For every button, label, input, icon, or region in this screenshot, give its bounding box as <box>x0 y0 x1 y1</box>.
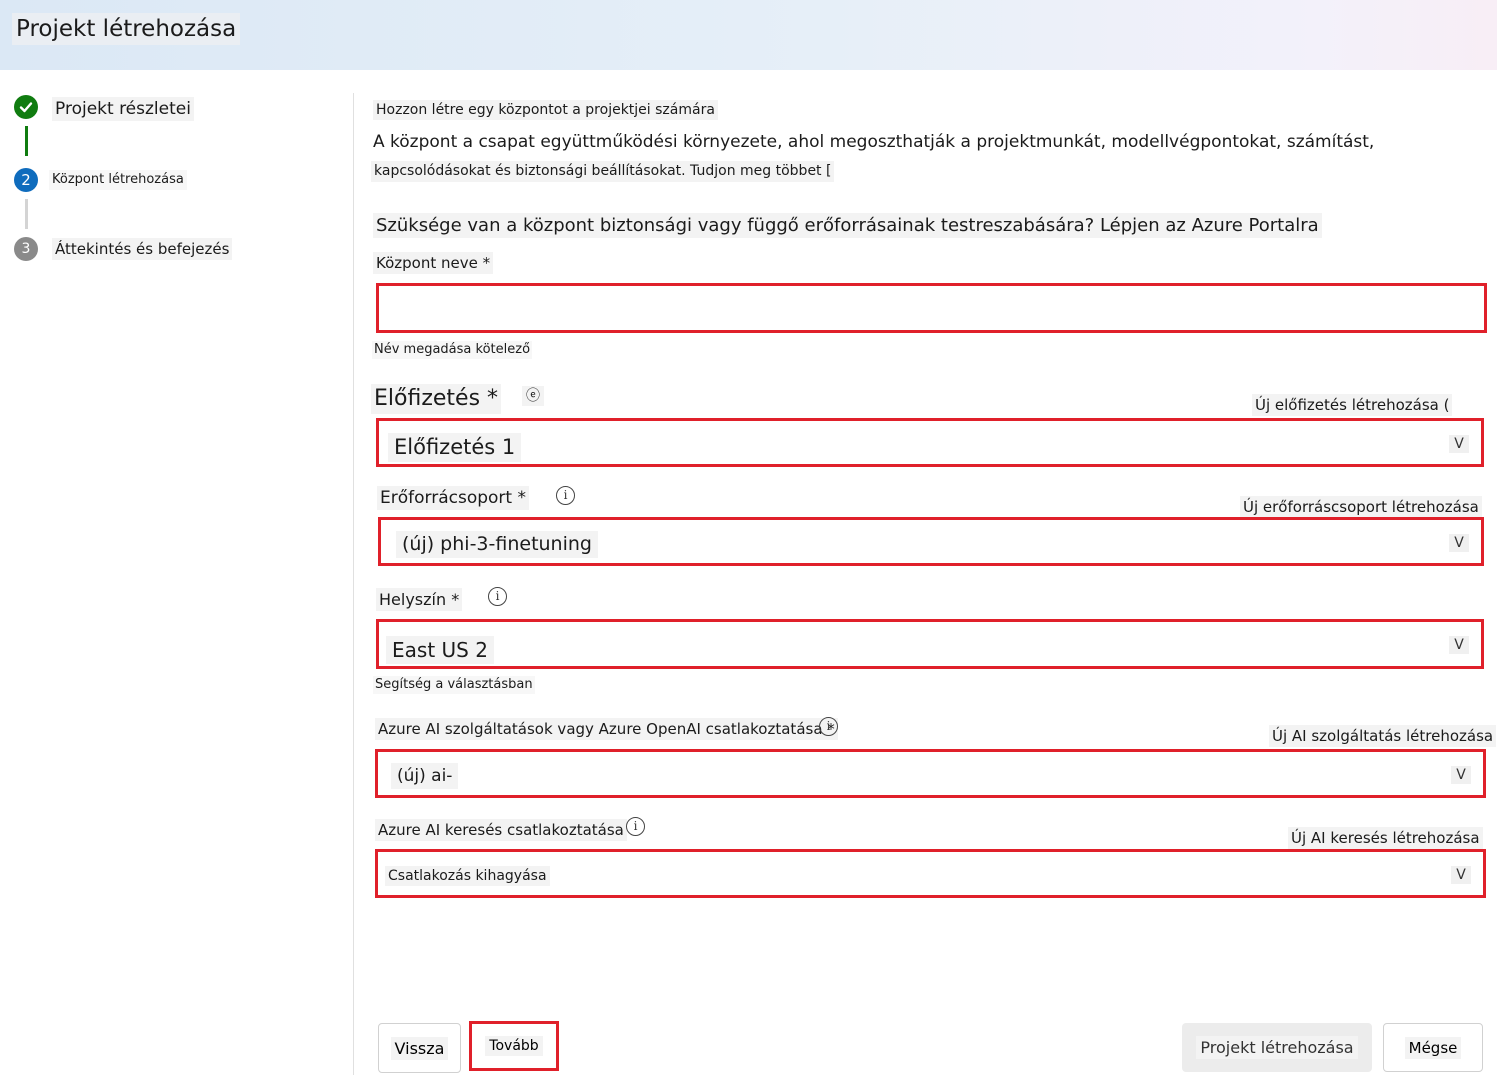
check-icon <box>14 95 38 119</box>
section-description: A központ a csapat együttműködési környe… <box>373 132 1375 152</box>
next-button-label: Tovább <box>485 1036 543 1056</box>
ai-services-label: Azure AI szolgáltatások vagy Azure OpenA… <box>375 718 838 740</box>
chevron-down-icon: V <box>1449 534 1469 552</box>
step-project-details[interactable]: Projekt részletei <box>52 97 194 121</box>
info-icon[interactable]: i <box>488 587 507 606</box>
location-dropdown[interactable]: East US 2 V <box>376 619 1484 669</box>
subscription-info-icon[interactable]: ⓔ <box>522 386 544 406</box>
location-help-link[interactable]: Segítség a választásban <box>373 676 535 694</box>
chevron-down-icon: V <box>1449 435 1469 453</box>
cancel-button-label: Mégse <box>1404 1036 1462 1059</box>
create-project-button[interactable]: Projekt létrehozása <box>1182 1023 1372 1072</box>
create-resource-group-link[interactable]: Új erőforráscsoport létrehozása <box>1240 496 1482 518</box>
info-icon[interactable]: i <box>819 717 838 736</box>
page-title: Projekt létrehozása <box>12 13 241 45</box>
step-connector <box>25 126 28 156</box>
resource-group-label: Erőforrácsoport * <box>377 486 529 510</box>
ai-search-selected: Csatlakozás kihagyása <box>385 866 550 886</box>
cancel-button[interactable]: Mégse <box>1383 1023 1483 1072</box>
step-create-hub[interactable]: Központ létrehozása <box>49 170 187 190</box>
hub-name-input[interactable] <box>376 283 1487 333</box>
azure-portal-link[interactable]: Szüksége van a központ biztonsági vagy f… <box>373 213 1322 238</box>
panel-divider <box>353 93 354 1075</box>
create-ai-service-link[interactable]: Új AI szolgáltatás létrehozása <box>1269 725 1497 747</box>
section-description-continued: kapcsolódásokat és biztonsági beállításo… <box>371 161 835 182</box>
step-review-finish[interactable]: Áttekintés és befejezés <box>52 238 233 260</box>
subscription-label: Előfizetés * <box>371 384 502 414</box>
location-label: Helyszín * <box>376 588 463 611</box>
resource-group-dropdown[interactable]: (új) phi-3-finetuning V <box>378 517 1484 566</box>
ai-search-dropdown[interactable]: Csatlakozás kihagyása V <box>375 849 1486 898</box>
hub-name-error: Név megadása kötelező <box>372 341 533 359</box>
chevron-down-icon: V <box>1449 636 1469 654</box>
subscription-selected: Előfizetés 1 <box>388 433 522 462</box>
chevron-down-icon: V <box>1451 766 1471 784</box>
step-number-badge: 2 <box>14 168 38 192</box>
hub-name-label: Központ neve * <box>373 252 494 274</box>
page-header: Projekt létrehozása <box>0 0 1497 70</box>
chevron-down-icon: V <box>1451 866 1471 884</box>
location-selected: East US 2 <box>386 636 494 664</box>
next-button[interactable]: Tovább <box>469 1021 559 1071</box>
create-ai-search-link[interactable]: Új AI keresés létrehozása <box>1288 827 1483 849</box>
ai-services-selected: (új) ai- <box>391 763 459 789</box>
back-button-label: Vissza <box>390 1036 449 1060</box>
create-subscription-link[interactable]: Új előfizetés létrehozása ( <box>1252 394 1453 416</box>
ai-search-label: Azure AI keresés csatlakoztatása <box>375 819 627 841</box>
section-heading: Hozzon létre egy központot a projektjei … <box>373 100 718 120</box>
back-button[interactable]: Vissza <box>378 1023 461 1073</box>
ai-services-dropdown[interactable]: (új) ai- V <box>375 749 1486 798</box>
info-icon[interactable]: i <box>556 486 575 505</box>
info-icon[interactable]: i <box>626 817 645 836</box>
resource-group-selected: (új) phi-3-finetuning <box>396 531 598 558</box>
subscription-dropdown[interactable]: Előfizetés 1 V <box>376 418 1484 467</box>
step-connector <box>25 199 28 229</box>
create-project-button-label: Projekt létrehozása <box>1196 1036 1358 1059</box>
step-number-badge: 3 <box>14 237 38 261</box>
